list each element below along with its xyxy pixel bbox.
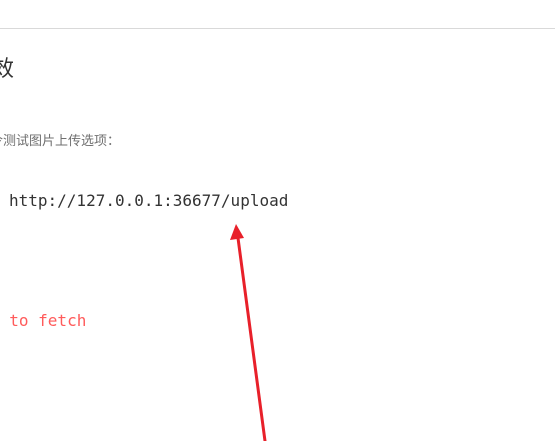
arrow-shaft [236, 236, 267, 441]
upload-url-text: http://127.0.0.1:36677/upload [9, 191, 289, 210]
error-message: d to fetch [0, 311, 87, 330]
arrow-head [230, 224, 244, 240]
instruction-text: 令测试图片上传选项： [0, 134, 121, 149]
red-arrow-annotation [230, 224, 267, 441]
top-bar [0, 0, 555, 29]
page: 效 令测试图片上传选项： http://127.0.0.1:36677/uplo… [0, 0, 555, 441]
section-heading: 效 [0, 57, 15, 82]
